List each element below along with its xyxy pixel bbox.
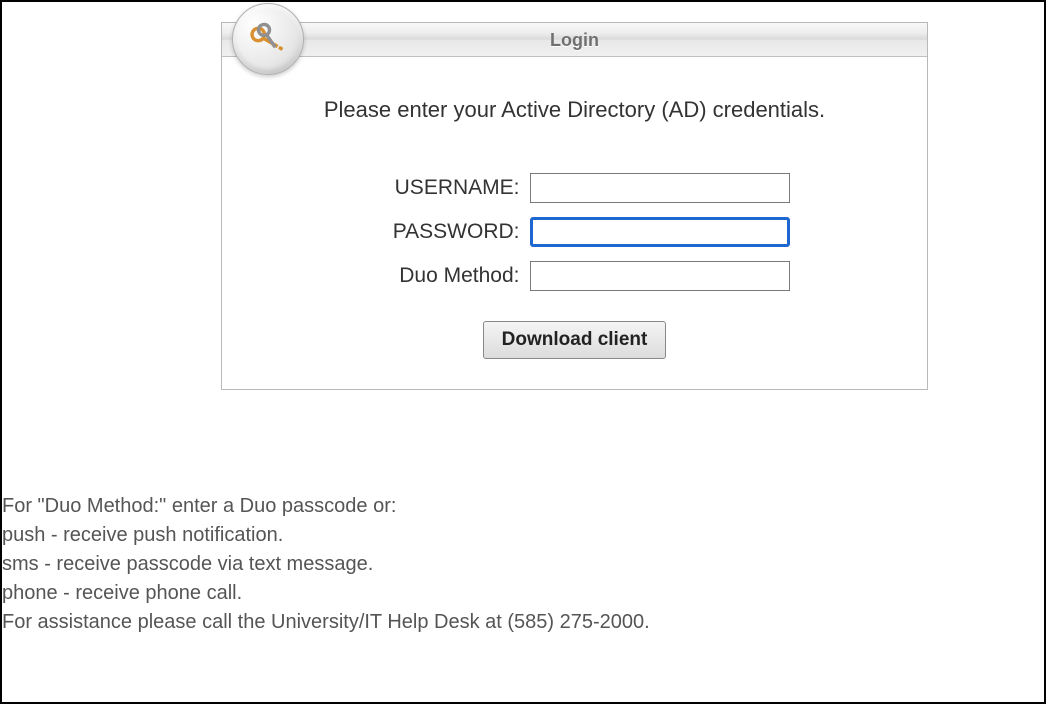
duo-row: Duo Method: [252, 261, 897, 291]
help-line-3: sms - receive passcode via text message. [2, 550, 1022, 579]
username-input[interactable] [530, 173, 790, 203]
help-text: For "Duo Method:" enter a Duo passcode o… [2, 492, 1022, 637]
login-title: Login [550, 30, 599, 50]
duo-label: Duo Method: [360, 264, 530, 288]
login-header: Login [222, 23, 927, 57]
help-line-4: phone - receive phone call. [2, 579, 1022, 608]
password-input[interactable] [530, 217, 790, 247]
password-label: PASSWORD: [360, 220, 530, 244]
login-body: Please enter your Active Directory (AD) … [222, 57, 927, 389]
username-label: USERNAME: [360, 176, 530, 200]
login-panel: Login Please enter your Active Directory… [221, 22, 928, 390]
button-row: Download client [252, 321, 897, 359]
username-row: USERNAME: [252, 173, 897, 203]
login-instruction: Please enter your Active Directory (AD) … [252, 97, 897, 123]
help-line-2: push - receive push notification. [2, 521, 1022, 550]
keys-icon [232, 3, 304, 75]
download-client-button[interactable]: Download client [483, 321, 667, 359]
help-assist: For assistance please call the Universit… [2, 608, 1022, 637]
password-row: PASSWORD: [252, 217, 897, 247]
help-line-1: For "Duo Method:" enter a Duo passcode o… [2, 492, 1022, 521]
duo-method-input[interactable] [530, 261, 790, 291]
